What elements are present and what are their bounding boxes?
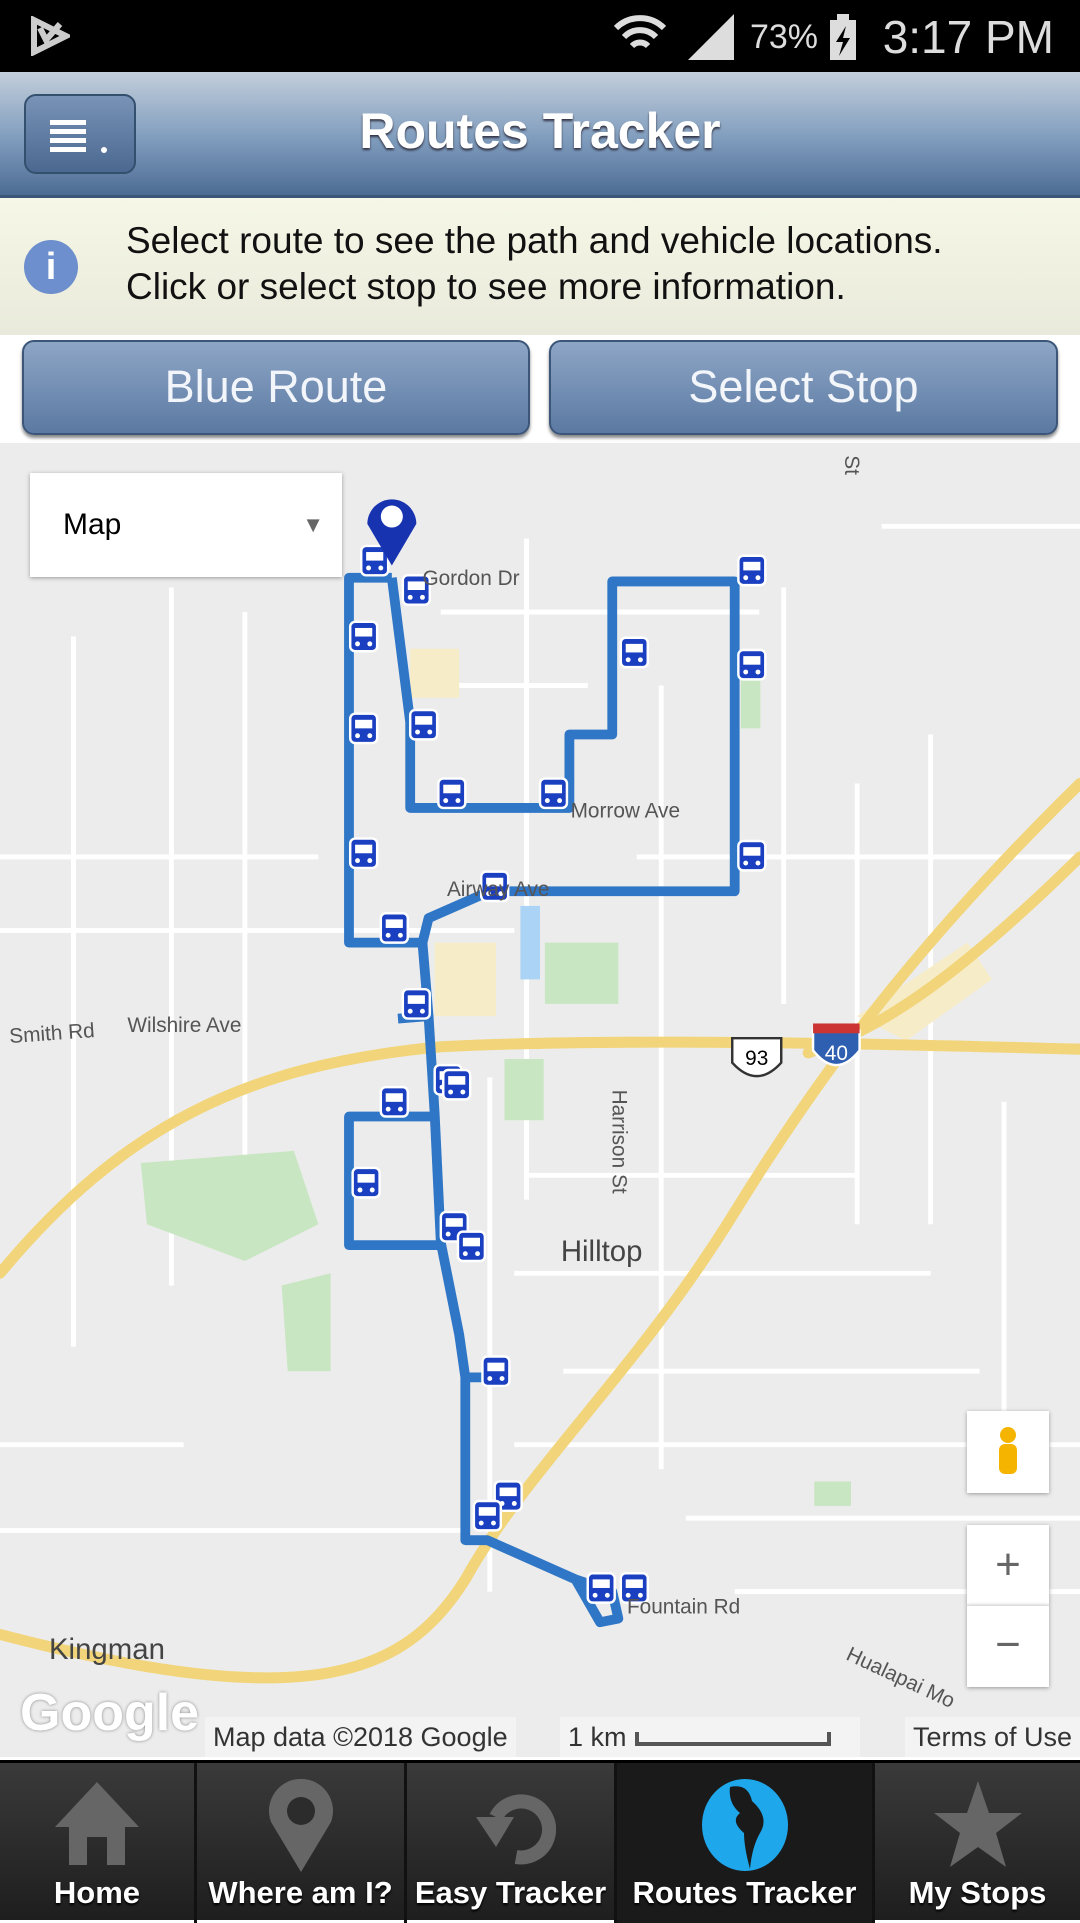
bus-stop-icon[interactable] [351, 1166, 381, 1199]
scale-label: 1 km [568, 1722, 627, 1752]
bus-stop-icon[interactable] [348, 837, 379, 870]
label-morrow-ave: Morrow Ave [571, 800, 680, 823]
i-40-label: 40 [825, 1042, 848, 1065]
map-canvas[interactable]: Gordon Dr Morrow Ave Airway Ave Smith Rd… [0, 443, 1080, 1757]
globe-icon [701, 1779, 788, 1871]
label-harrison-st: Harrison St [607, 1090, 630, 1194]
map-attribution: Map data ©2018 Google [205, 1717, 516, 1757]
zoom-in-button[interactable]: + [967, 1525, 1049, 1605]
map-scale: 1 km [560, 1717, 860, 1757]
signal-icon [688, 14, 734, 60]
bus-stop-icon[interactable] [538, 777, 569, 810]
nav-my-stops[interactable]: My Stops [875, 1763, 1080, 1923]
nav-home[interactable]: Home [0, 1763, 197, 1923]
label-hualapai: Hualapai Mo [843, 1643, 959, 1713]
nav-easy-tracker[interactable]: Easy Tracker [407, 1763, 617, 1923]
us-93-shield: 93 [731, 1036, 783, 1078]
info-line-1: Select route to see the path and vehicle… [126, 220, 943, 261]
page-title: Routes Tracker [359, 103, 721, 159]
bus-stop-icon[interactable] [619, 636, 649, 669]
map-view[interactable]: Gordon Dr Morrow Ave Airway Ave Smith Rd… [0, 443, 1080, 1757]
i-40-shield: 40 [811, 1023, 861, 1067]
bus-stop-icon[interactable] [481, 1355, 511, 1388]
zoom-out-button[interactable]: − [967, 1605, 1049, 1687]
bus-stop-icon[interactable] [737, 839, 767, 872]
refresh-icon [475, 1794, 556, 1865]
bus-stop-icon[interactable] [737, 554, 767, 587]
nav-label: Where am I? [208, 1875, 393, 1910]
status-bar: 73% 3:17 PM [0, 0, 1080, 72]
nav-label: Easy Tracker [414, 1875, 607, 1910]
bottom-nav: Home Where am I? Easy Tracker Routes Tra… [0, 1760, 1080, 1923]
location-pin-icon [268, 1778, 333, 1872]
us-93-label: 93 [745, 1047, 768, 1070]
label-fountain-rd: Fountain Rd [627, 1596, 740, 1619]
star-icon [933, 1781, 1022, 1867]
info-icon: i [24, 240, 78, 294]
google-logo: Google [20, 1684, 200, 1742]
label-airway-ave: Airway Ave [447, 878, 550, 901]
nav-label: Routes Tracker [632, 1875, 857, 1910]
bus-stop-icon[interactable] [348, 712, 379, 745]
label-smith-rd: Smith Rd [9, 1019, 96, 1048]
street-view-pegman-button[interactable] [967, 1411, 1049, 1493]
app-header: Routes Tracker [0, 72, 1080, 198]
info-banner: i Select route to see the path and vehic… [0, 198, 1080, 335]
wifi-icon [613, 15, 667, 49]
bus-stop-icon[interactable] [401, 987, 432, 1020]
battery-charging-icon [830, 14, 856, 60]
app-notification-icon [31, 16, 70, 56]
label-gordon-dr: Gordon Dr [422, 567, 519, 590]
terms-of-use-link[interactable]: Terms of Use [904, 1717, 1080, 1757]
nav-where-am-i[interactable]: Where am I? [197, 1763, 407, 1923]
nav-label: My Stops [908, 1875, 1047, 1910]
route-select-button[interactable]: Blue Route [22, 340, 530, 435]
bus-stop-icon[interactable] [472, 1499, 503, 1532]
label-wilshire-ave: Wilshire Ave [127, 1014, 241, 1037]
pegman-icon [999, 1427, 1017, 1474]
bus-stop-icon[interactable] [456, 1230, 487, 1263]
map-type-dropdown[interactable]: Map ▼ [30, 473, 342, 577]
caret-down-icon: ▼ [302, 512, 324, 537]
scale-bar [634, 1732, 831, 1746]
bus-stop-icon[interactable] [437, 777, 467, 810]
nav-routes-tracker[interactable]: Routes Tracker [617, 1763, 875, 1923]
nav-label: Home [53, 1875, 141, 1910]
label-hilltop: Hilltop [561, 1235, 643, 1268]
info-line-2: Click or select stop to see more informa… [126, 266, 846, 307]
bus-stop-icon[interactable] [586, 1572, 616, 1604]
stop-select-button[interactable]: Select Stop [549, 340, 1058, 435]
bus-stop-icon[interactable] [408, 708, 439, 741]
battery-percent: 73% [749, 18, 818, 56]
label-kingman: Kingman [49, 1633, 165, 1666]
bus-stop-icon[interactable] [379, 912, 409, 944]
home-icon [55, 1782, 139, 1865]
bus-stop-icon[interactable] [379, 1085, 409, 1118]
bus-stop-icon[interactable] [737, 648, 767, 681]
bus-stop-icon[interactable] [348, 620, 379, 653]
map-type-value: Map [63, 508, 122, 541]
label-st: St [840, 455, 863, 475]
bus-stop-icon[interactable] [442, 1068, 472, 1101]
clock: 3:17 PM [882, 11, 1054, 63]
